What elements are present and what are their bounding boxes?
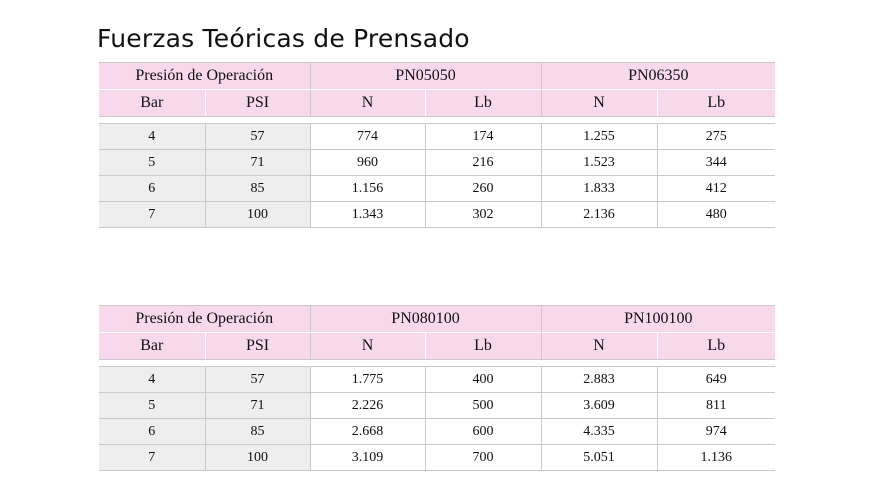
force-n-value: 1.833: [540, 175, 658, 202]
table-unit-row: Bar PSI N Lb N Lb: [99, 332, 776, 360]
force-lb-value: 216: [424, 149, 542, 176]
psi-value: 71: [204, 149, 311, 176]
table-header-row: Presión de Operación PN080100 PN100100: [99, 305, 776, 333]
unit-header-psi: PSI: [204, 89, 311, 117]
psi-value: 85: [204, 175, 311, 202]
force-n-value: 774: [309, 123, 426, 150]
unit-header-n: N: [540, 332, 658, 360]
force-n-value: 960: [309, 149, 426, 176]
model-header: PN100100: [540, 305, 776, 333]
bar-value: 7: [99, 201, 205, 228]
bar-value: 7: [99, 444, 205, 471]
bar-value: 4: [99, 123, 205, 150]
unit-header-lb: Lb: [656, 89, 776, 117]
psi-value: 57: [204, 366, 311, 393]
force-lb-value: 412: [656, 175, 776, 202]
pressure-header: Presión de Operación: [99, 305, 311, 333]
force-lb-value: 649: [656, 366, 776, 393]
bar-value: 6: [99, 418, 205, 445]
force-n-value: 2.883: [540, 366, 658, 393]
unit-header-n: N: [309, 332, 426, 360]
force-lb-value: 344: [656, 149, 776, 176]
force-n-value: 3.609: [540, 392, 658, 419]
force-n-value: 1.255: [540, 123, 658, 150]
force-lb-value: 500: [424, 392, 542, 419]
force-n-value: 2.136: [540, 201, 658, 228]
force-lb-value: 811: [656, 392, 776, 419]
bar-value: 5: [99, 149, 205, 176]
unit-header-lb: Lb: [656, 332, 776, 360]
bar-value: 6: [99, 175, 205, 202]
force-lb-value: 974: [656, 418, 776, 445]
force-table-1: Presión de Operación PN05050 PN06350 Bar…: [99, 62, 776, 228]
unit-header-bar: Bar: [99, 89, 205, 117]
unit-header-lb: Lb: [424, 89, 542, 117]
force-lb-value: 302: [424, 201, 542, 228]
psi-value: 71: [204, 392, 311, 419]
unit-header-psi: PSI: [204, 332, 311, 360]
page-title: Fuerzas Teóricas de Prensado: [97, 24, 470, 53]
force-n-value: 1.775: [309, 366, 426, 393]
force-n-value: 3.109: [309, 444, 426, 471]
force-lb-value: 600: [424, 418, 542, 445]
unit-header-n: N: [309, 89, 426, 117]
model-header: PN05050: [309, 62, 542, 90]
force-n-value: 1.156: [309, 175, 426, 202]
force-lb-value: 260: [424, 175, 542, 202]
unit-header-lb: Lb: [424, 332, 542, 360]
psi-value: 85: [204, 418, 311, 445]
force-n-value: 4.335: [540, 418, 658, 445]
force-lb-value: 1.136: [656, 444, 776, 471]
table-unit-row: Bar PSI N Lb N Lb: [99, 89, 776, 117]
psi-value: 57: [204, 123, 311, 150]
force-lb-value: 700: [424, 444, 542, 471]
psi-value: 100: [204, 444, 311, 471]
bar-value: 4: [99, 366, 205, 393]
table-row: 5 71 2.226 500 3.609 811: [99, 392, 776, 419]
table-row: 7 100 1.343 302 2.136 480: [99, 201, 776, 228]
force-n-value: 5.051: [540, 444, 658, 471]
psi-value: 100: [204, 201, 311, 228]
force-n-value: 1.343: [309, 201, 426, 228]
force-table-2: Presión de Operación PN080100 PN100100 B…: [99, 305, 776, 471]
force-lb-value: 400: [424, 366, 542, 393]
force-n-value: 2.226: [309, 392, 426, 419]
table-row: 4 57 1.775 400 2.883 649: [99, 366, 776, 393]
force-n-value: 2.668: [309, 418, 426, 445]
table-row: 7 100 3.109 700 5.051 1.136: [99, 444, 776, 471]
table-row: 5 71 960 216 1.523 344: [99, 149, 776, 176]
table-row: 6 85 2.668 600 4.335 974: [99, 418, 776, 445]
model-header: PN06350: [540, 62, 776, 90]
unit-header-bar: Bar: [99, 332, 205, 360]
force-n-value: 1.523: [540, 149, 658, 176]
table-header-row: Presión de Operación PN05050 PN06350: [99, 62, 776, 90]
pressure-header: Presión de Operación: [99, 62, 311, 90]
force-lb-value: 275: [656, 123, 776, 150]
table-row: 6 85 1.156 260 1.833 412: [99, 175, 776, 202]
table-row: 4 57 774 174 1.255 275: [99, 123, 776, 150]
bar-value: 5: [99, 392, 205, 419]
force-lb-value: 174: [424, 123, 542, 150]
model-header: PN080100: [309, 305, 542, 333]
force-lb-value: 480: [656, 201, 776, 228]
unit-header-n: N: [540, 89, 658, 117]
